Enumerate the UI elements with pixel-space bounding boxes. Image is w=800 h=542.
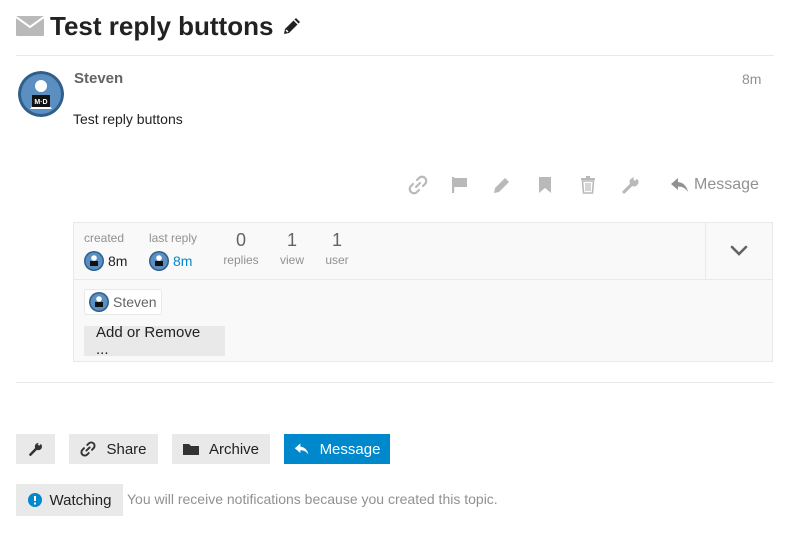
replies-count: 0 bbox=[235, 230, 246, 250]
post-time[interactable]: 8m bbox=[742, 71, 761, 87]
admin-wrench-button[interactable] bbox=[16, 434, 55, 464]
chevron-down-icon bbox=[730, 245, 748, 256]
topic-title-row: Test reply buttons bbox=[16, 8, 303, 44]
folder-icon bbox=[182, 444, 199, 455]
avatar[interactable]: M·D bbox=[18, 71, 64, 117]
envelope-icon bbox=[16, 16, 44, 36]
link-icon[interactable] bbox=[408, 175, 428, 195]
participant-steven[interactable]: Steven bbox=[84, 289, 162, 315]
last-reply-label: last reply bbox=[149, 231, 198, 245]
title-divider bbox=[16, 55, 774, 56]
views-stat: 1 view bbox=[272, 230, 312, 267]
archive-button[interactable]: Archive bbox=[172, 434, 270, 464]
link-icon bbox=[80, 441, 97, 457]
views-label: view bbox=[279, 253, 304, 267]
topic-map: created 8m last reply 8m 0 replies 1 vie… bbox=[73, 222, 773, 362]
created-label: created bbox=[84, 231, 125, 245]
replies-label: replies bbox=[223, 253, 259, 267]
bookmark-icon[interactable] bbox=[535, 175, 555, 195]
svg-text:M·D: M·D bbox=[34, 99, 47, 106]
users-label: user bbox=[325, 253, 349, 267]
last-reply-time: 8m bbox=[173, 253, 193, 269]
wrench-icon[interactable] bbox=[621, 175, 641, 195]
replies-stat: 0 replies bbox=[219, 230, 263, 267]
last-reply-info[interactable]: 8m bbox=[149, 251, 192, 271]
notification-reason: You will receive notifications because y… bbox=[127, 491, 498, 507]
avatar bbox=[149, 251, 169, 271]
reply-icon bbox=[671, 178, 688, 192]
topic-map-summary: created 8m last reply 8m 0 replies 1 vie… bbox=[74, 223, 772, 280]
edit-icon[interactable] bbox=[492, 175, 512, 195]
share-button[interactable]: Share bbox=[69, 434, 158, 464]
users-stat: 1 user bbox=[317, 230, 357, 267]
post-divider bbox=[16, 382, 774, 383]
post-username[interactable]: Steven bbox=[74, 70, 123, 87]
views-count: 1 bbox=[286, 230, 297, 250]
notification-level-button[interactable]: Watching bbox=[16, 484, 123, 516]
wrench-icon bbox=[28, 441, 42, 456]
post-body: Test reply buttons bbox=[73, 111, 183, 127]
reply-icon bbox=[294, 443, 308, 455]
flag-icon[interactable] bbox=[450, 175, 470, 195]
expand-topic-map-button[interactable] bbox=[705, 223, 772, 279]
exclamation-circle-icon bbox=[27, 493, 42, 507]
trash-icon[interactable] bbox=[578, 175, 598, 195]
created-time: 8m bbox=[108, 253, 128, 269]
created-info[interactable]: 8m bbox=[84, 251, 127, 271]
message-button[interactable]: Message bbox=[284, 434, 390, 464]
add-remove-button[interactable]: Add or Remove ... bbox=[84, 324, 225, 358]
page-title: Test reply buttons bbox=[50, 10, 274, 41]
users-count: 1 bbox=[331, 230, 342, 250]
avatar bbox=[89, 292, 109, 312]
avatar bbox=[84, 251, 104, 271]
pencil-icon[interactable] bbox=[281, 15, 303, 37]
post-message-button[interactable]: Message bbox=[670, 174, 759, 196]
